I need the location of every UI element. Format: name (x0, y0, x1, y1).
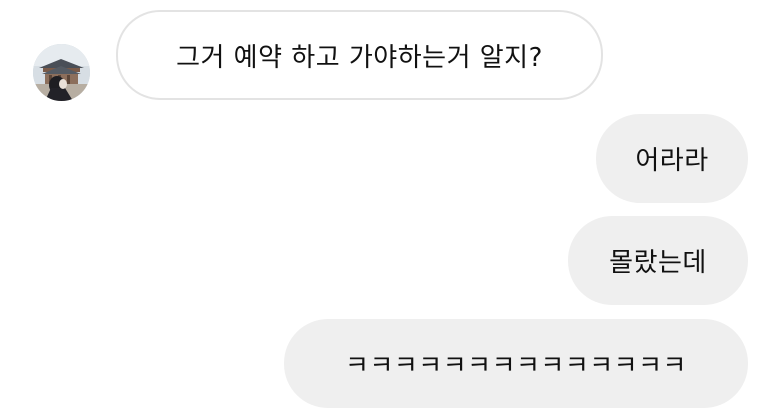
incoming-message-bubble[interactable]: 그거 예약 하고 가야하는거 알지? (116, 10, 603, 100)
sender-avatar[interactable] (33, 44, 90, 101)
outgoing-message-bubble[interactable]: 어라라 (596, 114, 748, 203)
message-thread: 그거 예약 하고 가야하는거 알지? 어라라 몰랐는데 ㅋㅋㅋㅋㅋㅋㅋㅋㅋㅋㅋㅋ… (0, 0, 773, 408)
outgoing-message-bubble[interactable]: 몰랐는데 (568, 216, 748, 305)
outgoing-message-bubble[interactable]: ㅋㅋㅋㅋㅋㅋㅋㅋㅋㅋㅋㅋㅋㅋ (284, 319, 748, 408)
profile-photo-icon (33, 44, 90, 101)
